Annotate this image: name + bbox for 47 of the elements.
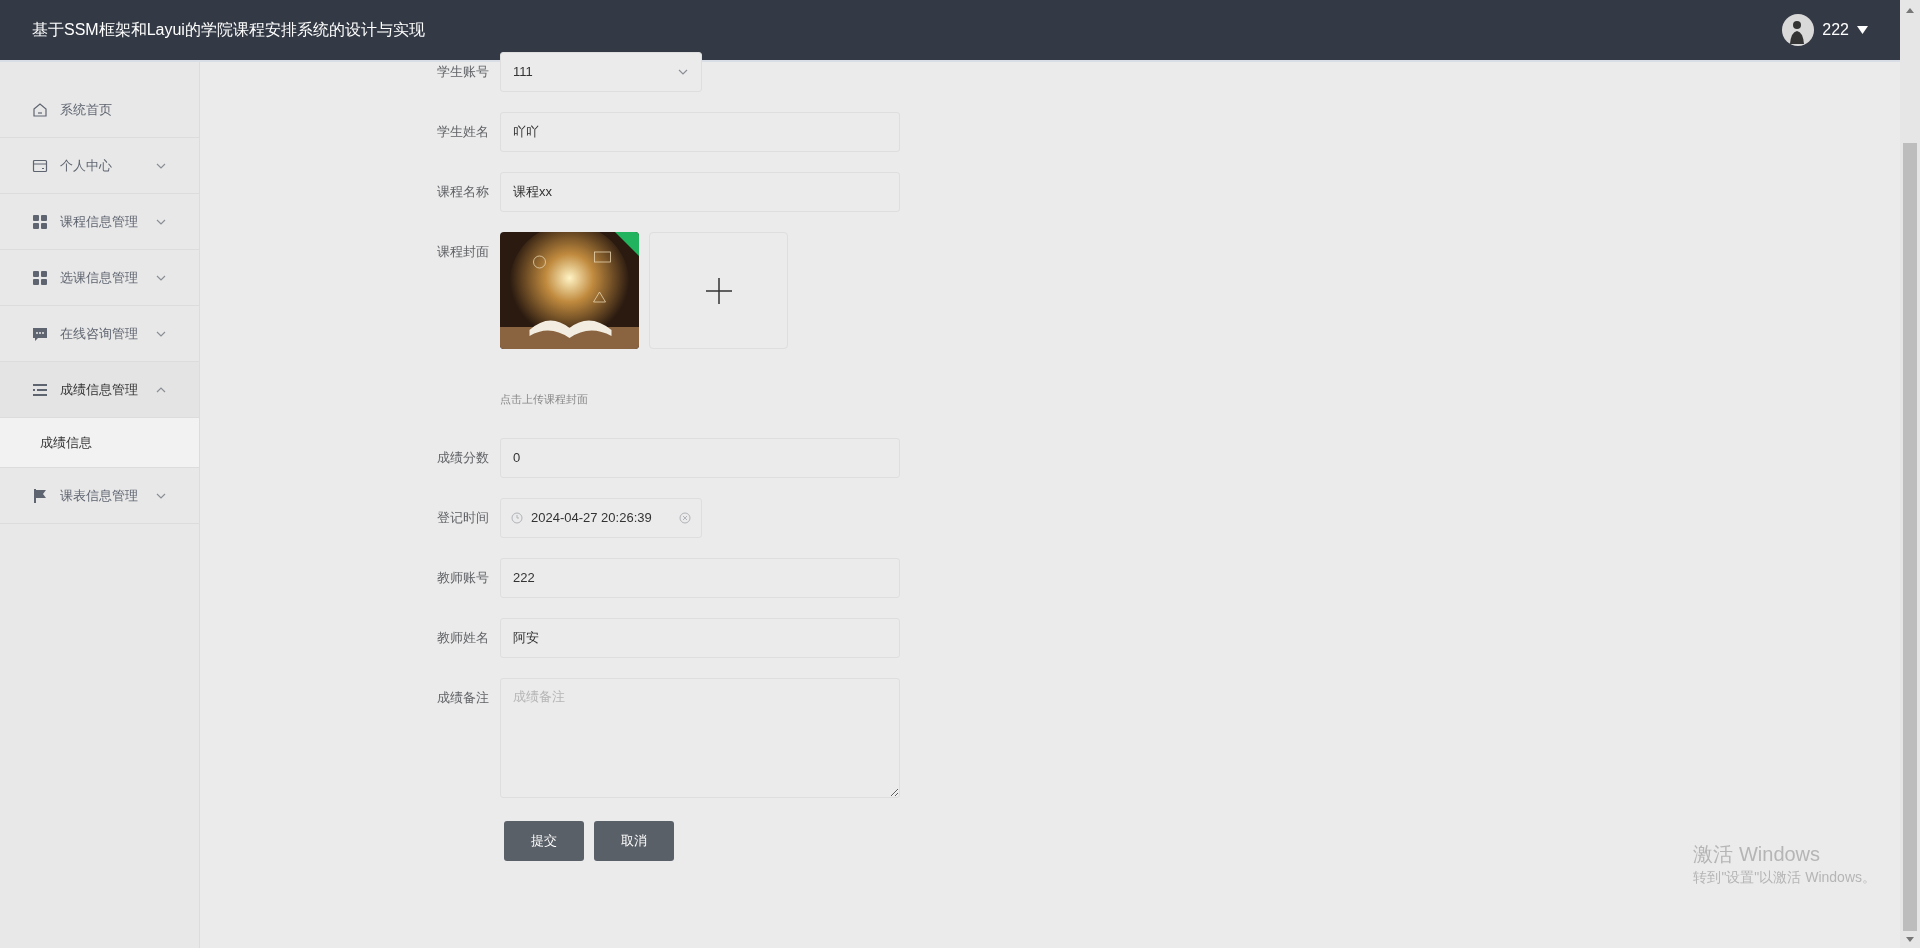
sidebar-item[interactable]: 在线咨询管理 bbox=[0, 306, 199, 361]
clock-icon bbox=[511, 511, 523, 524]
scroll-down-icon[interactable] bbox=[1906, 937, 1914, 942]
app-title: 基于SSM框架和Layui的学院课程安排系统的设计与实现 bbox=[32, 20, 425, 40]
input-field[interactable]: 0 bbox=[500, 437, 900, 478]
flag-icon bbox=[32, 487, 48, 504]
upload-area[interactable] bbox=[649, 232, 788, 349]
plus-icon bbox=[704, 276, 733, 305]
scrollbar-thumb[interactable] bbox=[1903, 143, 1917, 931]
avatar-icon bbox=[1782, 14, 1815, 46]
sidebar-item[interactable]: 课程信息管理 bbox=[0, 194, 199, 249]
field-label: 成绩备注 bbox=[436, 688, 489, 707]
home-icon bbox=[32, 101, 48, 118]
sidebar-item[interactable]: 成绩信息管理 bbox=[0, 362, 199, 417]
success-corner-icon bbox=[615, 232, 639, 256]
chat-icon bbox=[32, 325, 48, 342]
form-button[interactable]: 提交 bbox=[504, 820, 584, 861]
sidebar-item[interactable]: 选课信息管理 bbox=[0, 250, 199, 305]
card-icon bbox=[32, 157, 48, 174]
grid-icon bbox=[32, 269, 48, 286]
input-field[interactable]: 阿安 bbox=[500, 617, 900, 658]
grid-icon bbox=[32, 213, 48, 230]
sidebar-item[interactable]: 课表信息管理 bbox=[0, 468, 199, 523]
scroll-up-icon[interactable] bbox=[1906, 8, 1914, 13]
field-label: 学生姓名 bbox=[436, 123, 489, 141]
date-field[interactable]: 2024-04-27 20:26:39 bbox=[500, 497, 702, 538]
scrollbar[interactable] bbox=[1900, 0, 1920, 948]
input-field[interactable]: 课程xx bbox=[500, 172, 900, 212]
input-field[interactable]: 222 bbox=[500, 557, 900, 598]
field-label: 登记时间 bbox=[436, 508, 489, 527]
sidebar-item[interactable]: 系统首页 bbox=[0, 82, 199, 137]
field-label: 教师账号 bbox=[436, 568, 489, 587]
select-field[interactable]: 111 bbox=[500, 52, 702, 92]
submenu-item[interactable]: 成绩信息 bbox=[0, 417, 199, 467]
caret-icon bbox=[1857, 26, 1868, 34]
field-label: 成绩分数 bbox=[436, 448, 489, 467]
input-field[interactable]: 吖吖 bbox=[500, 112, 900, 152]
clear-icon[interactable] bbox=[679, 511, 691, 524]
user-menu[interactable]: 222 bbox=[1782, 14, 1868, 46]
field-label: 课程名称 bbox=[436, 183, 489, 201]
list-icon bbox=[32, 381, 48, 398]
sidebar-item[interactable]: 个人中心 bbox=[0, 138, 199, 193]
field-label: 课程封面 bbox=[436, 243, 489, 261]
form-button[interactable]: 取消 bbox=[594, 820, 674, 861]
field-label: 学生账号 bbox=[436, 63, 489, 81]
field-label: 教师姓名 bbox=[436, 628, 489, 647]
upload-hint: 点击上传课程封面 bbox=[500, 392, 589, 407]
